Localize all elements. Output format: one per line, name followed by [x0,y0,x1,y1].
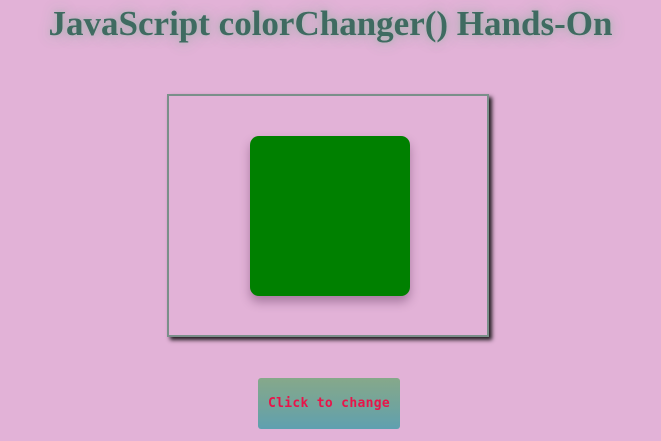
color-box [250,136,410,296]
change-color-button[interactable]: Click to change [258,378,400,429]
page-title: JavaScript colorChanger() Hands-On [48,4,613,43]
color-box-frame [167,94,489,337]
